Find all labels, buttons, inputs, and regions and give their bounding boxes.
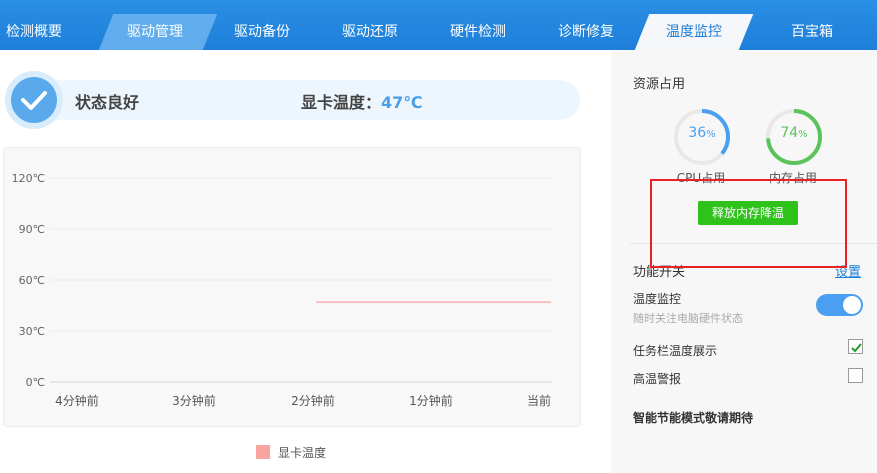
taskbar-temp-label: 任务栏温度展示 (633, 344, 718, 358)
y-tick-label: 60℃ (19, 274, 45, 287)
legend-swatch-gpu-temp (256, 445, 270, 459)
tab-temp-monitor[interactable]: 温度监控 (644, 14, 744, 50)
taskbar-temp-checkbox[interactable] (848, 339, 863, 354)
y-tick-label: 0℃ (26, 376, 45, 389)
checkmark-icon (851, 343, 862, 353)
temp-monitor-description: 随时关注电脑硬件状态 (633, 312, 743, 325)
temp-monitor-label: 温度监控 (633, 292, 682, 306)
x-tick-label: 2分钟前 (291, 393, 335, 408)
resource-usage-title: 资源占用 (633, 77, 686, 92)
x-tick-label: 4分钟前 (55, 393, 99, 408)
high-temp-alarm-checkbox[interactable] (848, 368, 863, 383)
y-tick-label: 120℃ (12, 172, 45, 185)
temp-monitor-toggle[interactable] (816, 294, 863, 316)
legend-label-gpu-temp: 显卡温度 (278, 446, 327, 460)
high-temp-alarm-label: 高温警报 (633, 372, 682, 386)
memory-usage-value: 74% (780, 125, 808, 141)
energy-mode-note: 智能节能模式敬请期待 (633, 411, 754, 425)
y-tick-label: 30℃ (19, 325, 45, 338)
temperature-chart-plot: 120℃ 90℃ 60℃ 30℃ 0℃ 4分钟前 3分钟前 2分钟前 1分钟前 当前 (12, 172, 552, 408)
x-tick-label: 当前 (527, 393, 551, 408)
tab-toolbox[interactable]: 百宝箱 (762, 14, 862, 50)
highlight-box (650, 179, 847, 268)
cpu-usage-value: 36% (688, 125, 716, 141)
y-tick-label: 90℃ (19, 223, 45, 236)
x-tick-label: 3分钟前 (172, 393, 216, 408)
x-tick-label: 1分钟前 (409, 393, 453, 408)
